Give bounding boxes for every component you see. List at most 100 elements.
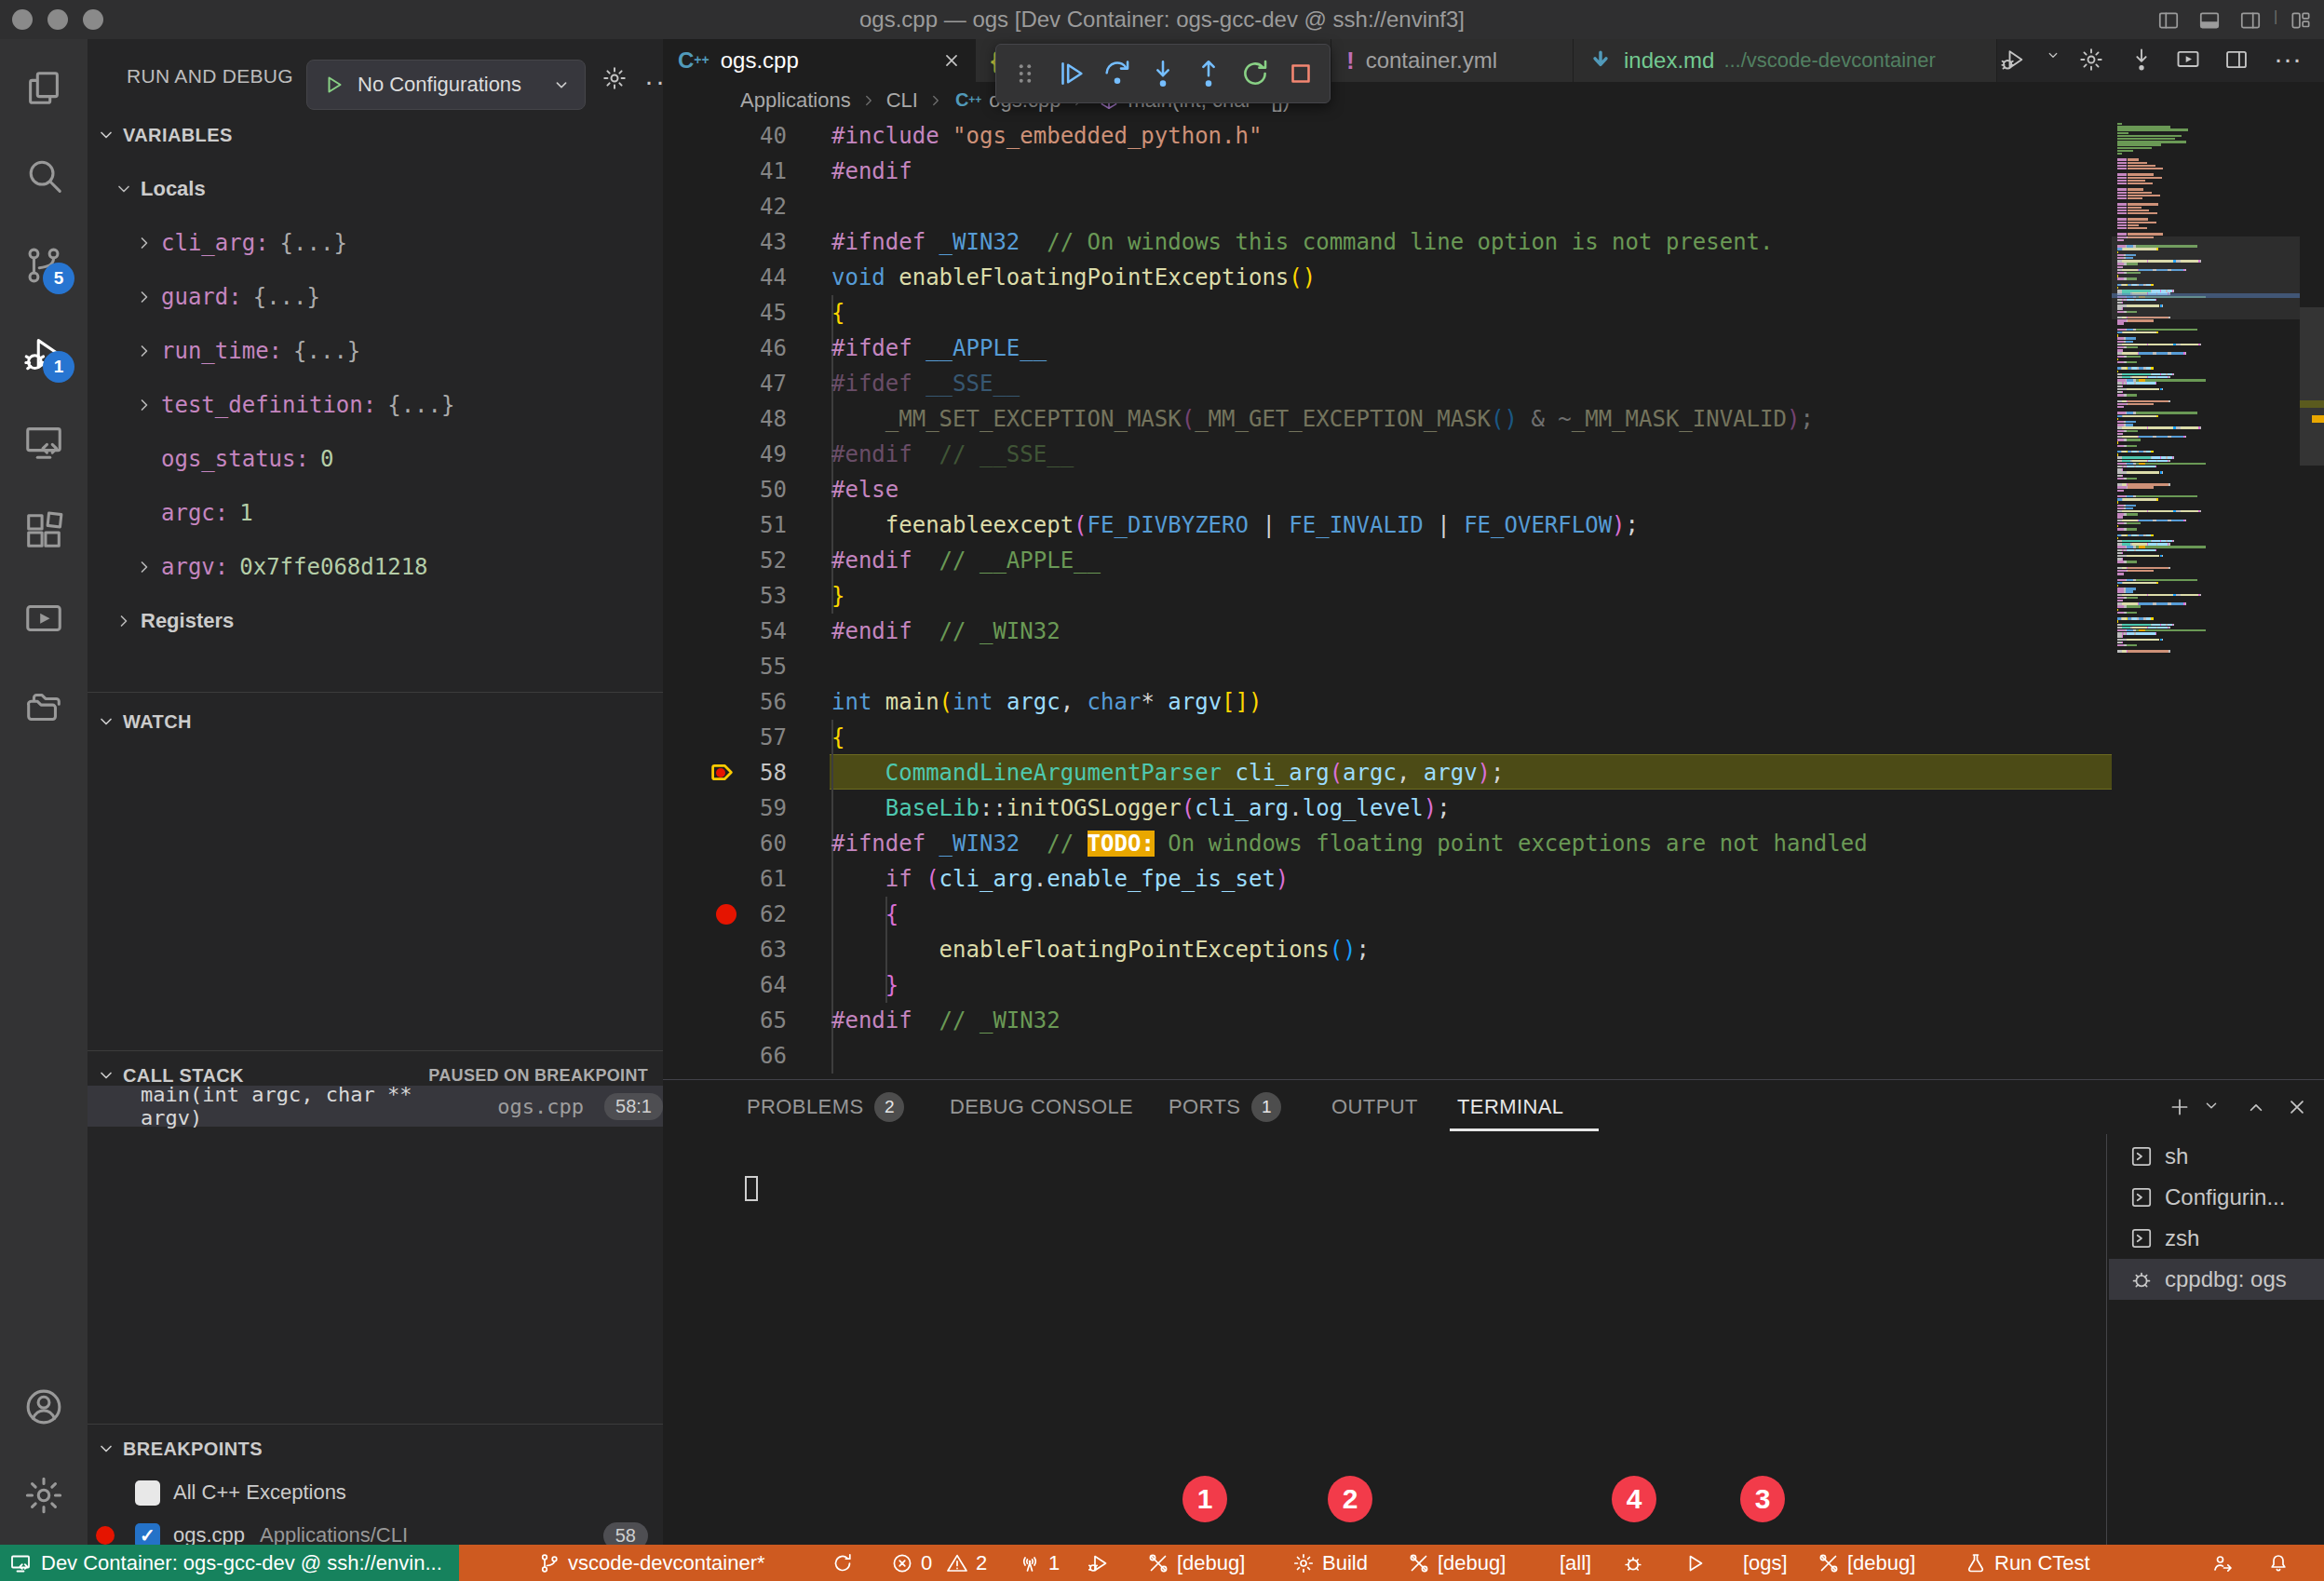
- customize-layout-icon[interactable]: [2289, 8, 2313, 33]
- step-out-icon[interactable]: [1193, 58, 1224, 89]
- preview-action-icon[interactable]: [2175, 47, 2201, 73]
- variable-row[interactable]: test_definition:{...}: [88, 378, 663, 432]
- terminal-list-item[interactable]: cppdbg: ogs: [2109, 1259, 2324, 1300]
- debug-toolbar: [995, 44, 1331, 103]
- tab-container.yml[interactable]: !container.yml: [1331, 39, 1574, 82]
- activity-run-and-debug-icon[interactable]: 1: [0, 310, 88, 398]
- activity-accounts-icon[interactable]: [0, 1363, 88, 1451]
- registers-group[interactable]: Registers: [88, 594, 663, 648]
- status-bar: Dev Container: ogs-gcc-dev @ ssh://envin…: [0, 1545, 2324, 1581]
- code-editor[interactable]: 40#include "ogs_embedded_python.h"41#end…: [663, 118, 2324, 1079]
- breakpoints-section-header[interactable]: BREAKPOINTS: [88, 1432, 663, 1466]
- status-debug[interactable]: [debug]: [1147, 1545, 1245, 1581]
- toggle-secondary-sidebar-icon[interactable]: [2238, 8, 2263, 33]
- maximize-panel-icon[interactable]: [2244, 1095, 2268, 1119]
- variable-row[interactable]: cli_arg:{...}: [88, 216, 663, 270]
- activity-live-preview-icon[interactable]: [0, 575, 88, 663]
- code-line-51: 51 feenableexcept(FE_DIVBYZERO | FE_INVA…: [663, 507, 2324, 543]
- terminal-list-item[interactable]: sh: [2109, 1136, 2324, 1177]
- debug-settings-gear-icon[interactable]: [601, 65, 628, 91]
- close-panel-icon[interactable]: [2285, 1095, 2309, 1119]
- panel-tab-terminal[interactable]: TERMINAL: [1457, 1080, 1563, 1134]
- panel-tab-problems[interactable]: PROBLEMS2: [747, 1080, 904, 1134]
- activity-remote-explorer-icon[interactable]: [0, 399, 88, 486]
- remote-indicator[interactable]: Dev Container: ogs-gcc-dev @ ssh://envin…: [0, 1545, 459, 1581]
- status-vscode-devcontainer[interactable]: vscode-devcontainer*: [538, 1545, 765, 1581]
- code-line-63: 63 enableFloatingPointExceptions();: [663, 932, 2324, 967]
- status-play[interactable]: [1683, 1545, 1706, 1581]
- stop-icon[interactable]: [1285, 58, 1317, 89]
- tab-ogs.cpp[interactable]: C++ogs.cpp: [663, 39, 976, 82]
- step-over-icon[interactable]: [1101, 58, 1133, 89]
- activity-search-icon[interactable]: [0, 133, 88, 221]
- toggle-panel-icon[interactable]: [2197, 8, 2222, 33]
- status-2[interactable]: 2: [946, 1545, 987, 1581]
- panel-tab-ports[interactable]: PORTS1: [1169, 1080, 1281, 1134]
- chevdown-sm-icon[interactable]: [2045, 47, 2061, 63]
- status-bug[interactable]: [1622, 1545, 1644, 1581]
- variable-row[interactable]: run_time:{...}: [88, 324, 663, 378]
- code-line-49: 49#endif // __SSE__: [663, 437, 2324, 472]
- breakpoint-glyph-icon[interactable]: [716, 904, 736, 925]
- window-title: ogs.cpp — ogs [Dev Container: ogs-gcc-de…: [0, 0, 2324, 39]
- status-1[interactable]: 1: [1019, 1545, 1060, 1581]
- terminal-list-item[interactable]: zsh: [2109, 1218, 2324, 1259]
- terminal-dropdown-chevron-icon[interactable]: [2201, 1095, 2222, 1115]
- activity-settings-icon[interactable]: [0, 1452, 88, 1539]
- watch-section-header[interactable]: WATCH: [88, 705, 663, 738]
- status-sync[interactable]: [831, 1545, 854, 1581]
- breakpoint-checkbox[interactable]: [135, 1480, 160, 1506]
- debug-configuration-picker[interactable]: No Configurations: [306, 60, 586, 110]
- toggle-sidebar-icon[interactable]: [2156, 8, 2181, 33]
- step-into-icon[interactable]: [1147, 58, 1179, 89]
- yml-file-icon: !: [1346, 47, 1355, 75]
- activity-source-control-icon[interactable]: 5: [0, 222, 88, 309]
- split-editor-icon[interactable]: [2223, 47, 2250, 73]
- variable-row[interactable]: ogs_status:0: [88, 432, 663, 486]
- terminal-list-item[interactable]: Configurin...: [2109, 1177, 2324, 1218]
- variable-row[interactable]: argc:1: [88, 486, 663, 540]
- more-actions-icon[interactable]: ···: [2274, 43, 2302, 74]
- status-feedback-icon[interactable]: [2211, 1545, 2234, 1581]
- code-line-48: 48 _MM_SET_EXCEPTION_MASK(_MM_GET_EXCEPT…: [663, 401, 2324, 437]
- new-terminal-icon[interactable]: [2168, 1095, 2192, 1119]
- status-debug[interactable]: [debug]: [1817, 1545, 1915, 1581]
- close-tab-icon[interactable]: [941, 50, 962, 71]
- code-line-54: 54#endif // _WIN32: [663, 614, 2324, 649]
- code-line-57: 57{: [663, 720, 2324, 755]
- code-line-41: 41#endif: [663, 154, 2324, 189]
- code-line-45: 45{: [663, 295, 2324, 331]
- continue-icon[interactable]: [1055, 58, 1087, 89]
- status-debug-alt[interactable]: [1088, 1545, 1110, 1581]
- gear-action-icon[interactable]: [2078, 47, 2104, 73]
- call-stack-frame[interactable]: main(int argc, char ** argv)ogs.cpp58:1: [88, 1086, 663, 1127]
- panel-tab-output[interactable]: OUTPUT: [1331, 1080, 1418, 1134]
- activity-explorer-icon[interactable]: [0, 45, 88, 132]
- variable-row[interactable]: guard:{...}: [88, 270, 663, 324]
- status-ogs[interactable]: [ogs]: [1736, 1545, 1788, 1581]
- locals-group[interactable]: Locals: [88, 162, 663, 216]
- breadcrumb-item[interactable]: Applications: [740, 88, 851, 113]
- code-line-47: 47#ifdef __SSE__: [663, 366, 2324, 401]
- install-action-icon[interactable]: [2128, 47, 2155, 73]
- activity-project-manager-icon[interactable]: [0, 664, 88, 751]
- breakpoint-row[interactable]: All C++ Exceptions: [88, 1471, 663, 1514]
- variable-row[interactable]: argv:0x7ffe068d1218: [88, 540, 663, 594]
- code-line-52: 52#endif // __APPLE__: [663, 543, 2324, 578]
- start-debug-icon[interactable]: [322, 74, 345, 96]
- breadcrumb-item[interactable]: CLI: [886, 88, 918, 113]
- restart-icon[interactable]: [1239, 58, 1271, 89]
- panel-tab-debug-console[interactable]: DEBUG CONSOLE: [950, 1080, 1133, 1134]
- variables-section-header[interactable]: VARIABLES: [88, 118, 663, 152]
- status-bell-icon[interactable]: [2267, 1545, 2290, 1581]
- status-debug[interactable]: [debug]: [1408, 1545, 1506, 1581]
- tab-index.md[interactable]: index.md.../vscode-devcontainer: [1574, 39, 1997, 82]
- debug-session-icon: [2129, 1267, 2154, 1291]
- terminal-icon: [2129, 1226, 2154, 1250]
- run-or-debug-icon[interactable]: [2000, 47, 2026, 73]
- status-0[interactable]: 0: [891, 1545, 932, 1581]
- status-Build[interactable]: Build: [1292, 1545, 1368, 1581]
- status-all[interactable]: [all]: [1552, 1545, 1591, 1581]
- activity-extensions-icon[interactable]: [0, 487, 88, 574]
- status-RunCTest[interactable]: Run CTest: [1965, 1545, 2090, 1581]
